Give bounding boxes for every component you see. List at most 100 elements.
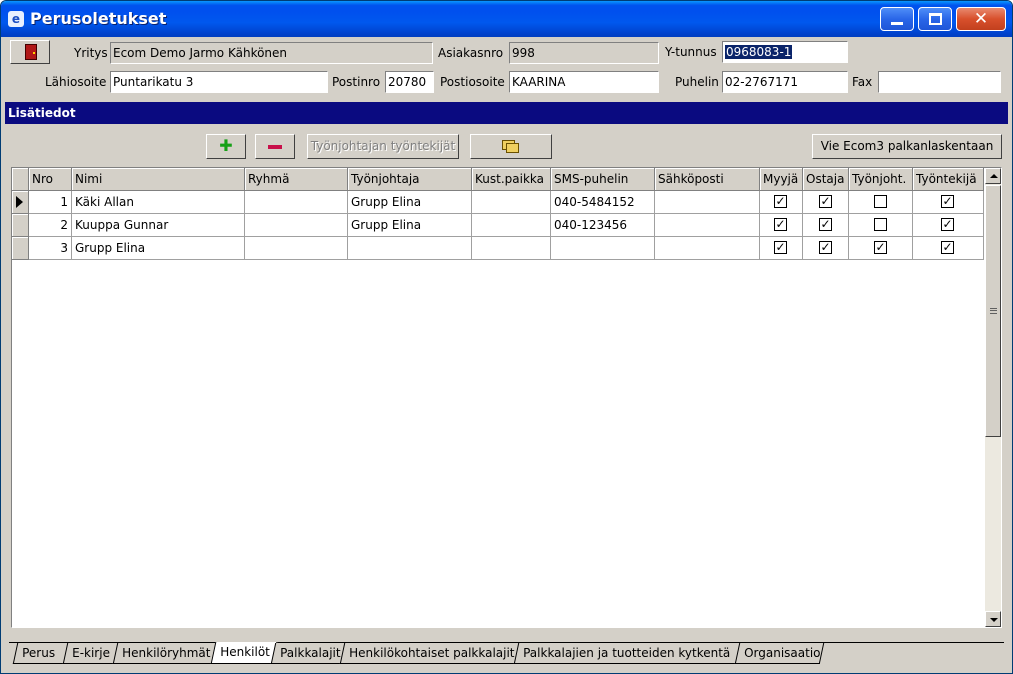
table-cell-tyonjohtaja[interactable]: Grupp Elina — [348, 191, 472, 214]
column-header-tyonjoht[interactable]: Työnjoht. — [849, 168, 913, 191]
column-header-tyontekija[interactable]: Työntekijä — [913, 168, 984, 191]
table-cell-tyonjoht — [849, 191, 913, 214]
column-header-nimi[interactable]: Nimi — [72, 168, 245, 191]
fax-field[interactable] — [878, 71, 1001, 93]
folders-button[interactable] — [470, 134, 552, 159]
row-indicator[interactable] — [12, 191, 29, 214]
arrow-down-icon — [990, 618, 998, 622]
table-cell-sahkoposti[interactable] — [655, 214, 760, 237]
table-cell-ostaja: ✓ — [803, 214, 849, 237]
table-cell-tyonjohtaja[interactable] — [348, 237, 472, 260]
table-cell-nimi[interactable]: Käki Allan — [72, 191, 245, 214]
table-cell-ryhma[interactable] — [245, 237, 348, 260]
column-header-myyja[interactable]: Myyjä — [760, 168, 803, 191]
table-cell-tyontekija: ✓ — [913, 237, 984, 260]
ytunnus-value: 0968083-1 — [725, 45, 793, 59]
table-cell-ryhma[interactable] — [245, 191, 348, 214]
tab-7[interactable]: Palkkalajien ja tuotteiden kytkentä — [513, 643, 742, 664]
column-header-ostaja[interactable]: Ostaja — [803, 168, 849, 191]
table-cell-ryhma[interactable] — [245, 214, 348, 237]
tab-4[interactable]: Henkilöt — [210, 642, 278, 664]
tyontekija-checkbox[interactable]: ✓ — [941, 218, 954, 231]
table-cell-myyja: ✓ — [760, 214, 803, 237]
table-cell-tyonjohtaja[interactable]: Grupp Elina — [348, 214, 472, 237]
tab-8[interactable]: Organisaatio — [734, 643, 825, 664]
scroll-up-button[interactable] — [985, 168, 1001, 184]
table-cell-kustpaikka[interactable] — [472, 191, 551, 214]
table-cell-sms-puhelin[interactable] — [551, 237, 655, 260]
myyja-checkbox[interactable]: ✓ — [774, 195, 787, 208]
tyonjoht-checkbox[interactable] — [874, 195, 887, 208]
close-button[interactable]: ✕ — [956, 7, 1006, 31]
ostaja-checkbox[interactable]: ✓ — [819, 218, 832, 231]
column-header-sms-puhelin[interactable]: SMS-puhelin — [551, 168, 655, 191]
tab-5[interactable]: Palkkalajit — [270, 643, 347, 664]
table-cell-nro[interactable]: 1 — [29, 191, 72, 214]
tab-1[interactable]: Perus — [12, 643, 70, 664]
tab-label: Perus — [22, 646, 56, 660]
scrollbar-thumb[interactable] — [985, 185, 1001, 437]
tab-label: Organisaatio — [744, 646, 821, 660]
add-row-button[interactable]: ✚ — [206, 134, 246, 159]
table-cell-nimi[interactable]: Kuuppa Gunnar — [72, 214, 245, 237]
exit-door-button[interactable] — [10, 40, 50, 64]
employees-grid[interactable]: Nro Nimi Ryhmä Työnjohtaja Kust.paikka SMS-pu… — [11, 167, 1002, 628]
minus-icon — [268, 144, 282, 149]
minimize-icon — [891, 22, 903, 25]
column-header-nro[interactable]: Nro — [29, 168, 72, 191]
table-cell-tyontekija: ✓ — [913, 214, 984, 237]
remove-row-button[interactable] — [255, 134, 295, 159]
table-cell-sahkoposti[interactable] — [655, 237, 760, 260]
minimize-button[interactable] — [880, 7, 914, 31]
myyja-checkbox[interactable]: ✓ — [774, 218, 787, 231]
asiakasnro-label: Asiakasnro — [438, 46, 504, 60]
myyja-checkbox[interactable]: ✓ — [774, 241, 787, 254]
puhelin-label: Puhelin — [675, 75, 719, 89]
table-cell-nro[interactable]: 3 — [29, 237, 72, 260]
scroll-down-button[interactable] — [985, 611, 1001, 627]
export-ecom3-button[interactable]: Vie Ecom3 palkanlaskentaan — [812, 134, 1002, 159]
tyonjoht-checkbox[interactable]: ✓ — [874, 241, 887, 254]
supervisor-employees-button[interactable]: Työnjohtajan työntekijät — [307, 134, 459, 159]
vertical-scrollbar[interactable] — [985, 168, 1001, 627]
app-icon: e — [8, 11, 24, 27]
door-icon — [25, 44, 37, 60]
ytunnus-field[interactable]: 0968083-1 — [722, 41, 848, 63]
postiosoite-field[interactable]: KAARINA — [509, 71, 659, 93]
puhelin-field[interactable]: 02-2767171 — [722, 71, 848, 93]
maximize-button[interactable] — [918, 7, 952, 31]
table-cell-tyonjoht: ✓ — [849, 237, 913, 260]
ostaja-checkbox[interactable]: ✓ — [819, 241, 832, 254]
ostaja-checkbox[interactable]: ✓ — [819, 195, 832, 208]
tyontekija-checkbox[interactable]: ✓ — [941, 195, 954, 208]
tab-2[interactable]: E-kirje — [62, 643, 120, 664]
window-title: Perusoletukset — [30, 9, 167, 28]
tab-3[interactable]: Henkilöryhmät — [112, 643, 218, 664]
table-cell-kustpaikka[interactable] — [472, 237, 551, 260]
tab-label: Palkkalajien ja tuotteiden kytkentä — [523, 646, 731, 660]
lahiosoite-label: Lähiosoite — [45, 75, 107, 89]
asiakasnro-field[interactable]: 998 — [509, 42, 659, 64]
column-header-tyonjohtaja[interactable]: Työnjohtaja — [348, 168, 472, 191]
table-cell-sahkoposti[interactable] — [655, 191, 760, 214]
table-cell-tyonjoht — [849, 214, 913, 237]
table-cell-sms-puhelin[interactable]: 040-5484152 — [551, 191, 655, 214]
table-cell-nimi[interactable]: Grupp Elina — [72, 237, 245, 260]
column-header-sahkoposti[interactable]: Sähköposti — [655, 168, 760, 191]
yritys-field[interactable]: Ecom Demo Jarmo Kähkönen — [110, 42, 433, 64]
row-indicator[interactable] — [12, 237, 29, 260]
tyonjoht-checkbox[interactable] — [874, 218, 887, 231]
section-title-bar: Lisätiedot — [5, 102, 1008, 124]
tab-label: Henkilöryhmät — [122, 646, 211, 660]
table-cell-nro[interactable]: 2 — [29, 214, 72, 237]
row-indicator[interactable] — [12, 214, 29, 237]
table-cell-sms-puhelin[interactable]: 040-123456 — [551, 214, 655, 237]
table-cell-kustpaikka[interactable] — [472, 214, 551, 237]
postinro-field[interactable]: 20780 — [385, 71, 434, 93]
tyontekija-checkbox[interactable]: ✓ — [941, 241, 954, 254]
title-bar[interactable]: e Perusoletukset ✕ — [1, 1, 1012, 37]
column-header-ryhma[interactable]: Ryhmä — [245, 168, 348, 191]
lahiosoite-field[interactable]: Puntarikatu 3 — [110, 71, 328, 93]
tab-6[interactable]: Henkilökohtaiset palkkalajit — [339, 643, 521, 664]
column-header-kustpaikka[interactable]: Kust.paikka — [472, 168, 551, 191]
